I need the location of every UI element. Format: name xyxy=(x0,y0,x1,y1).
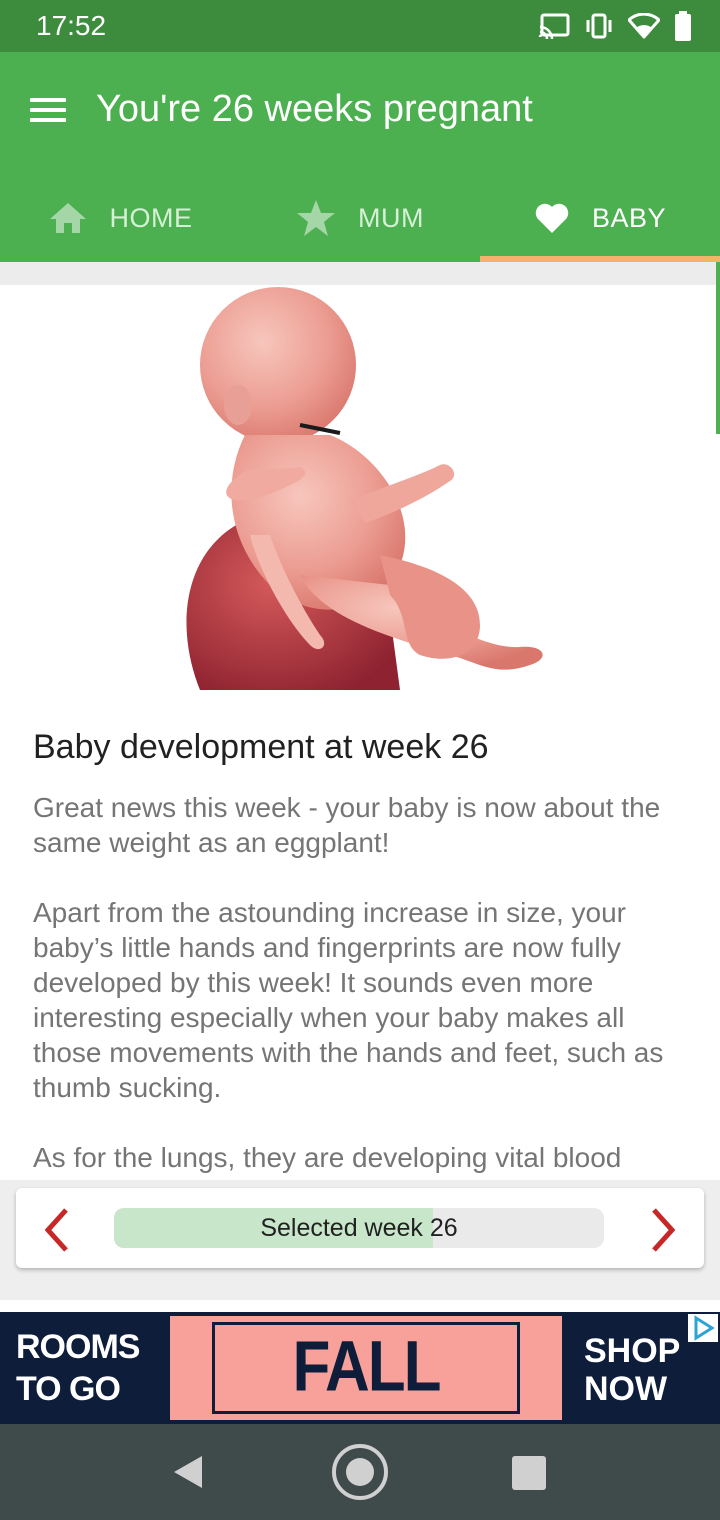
ad-headline: FALL SALE xyxy=(287,1327,446,1425)
article-paragraph: Great news this week - your baby is now … xyxy=(33,792,661,858)
ad-cta-line1: SHOP xyxy=(584,1332,681,1370)
ad-cta[interactable]: SHOP NOW xyxy=(584,1332,680,1408)
menu-button[interactable] xyxy=(28,92,68,128)
ad-logo-line1: ROOMS xyxy=(16,1328,140,1366)
tab-home-label: HOME xyxy=(109,202,193,233)
article-paragraph: As for the lungs, they are developing vi… xyxy=(33,1142,622,1173)
vibrate-icon xyxy=(586,13,612,39)
tab-home[interactable]: HOME xyxy=(0,174,240,262)
article-paragraph: Apart from the astounding increase in si… xyxy=(33,897,664,1103)
week-progress-bar[interactable]: Selected week 26 xyxy=(114,1208,604,1248)
ad-sale-frame: FALL SALE xyxy=(212,1322,520,1424)
selected-week-label: Selected week 26 xyxy=(260,1214,458,1242)
system-nav-bar xyxy=(0,1424,720,1520)
article: Baby development at week 26 Great news t… xyxy=(0,690,720,1180)
cast-icon xyxy=(538,13,570,39)
week-selector: Selected week 26 xyxy=(16,1188,704,1268)
scrollbar[interactable] xyxy=(716,262,720,434)
tab-mum[interactable]: MUM xyxy=(240,174,480,262)
article-body: Great news this week - your baby is now … xyxy=(33,790,693,1180)
week-selector-panel: Selected week 26 xyxy=(0,1180,720,1300)
tab-bar: HOME MUM BABY xyxy=(0,174,720,262)
status-bar: 17:52 xyxy=(0,0,720,52)
home-circle-icon[interactable] xyxy=(330,1442,390,1502)
tab-mum-label: MUM xyxy=(358,202,424,233)
ad-logo-line2: TO GO xyxy=(16,1370,121,1408)
wifi-icon xyxy=(628,13,660,39)
back-icon[interactable] xyxy=(170,1454,206,1490)
star-icon xyxy=(297,200,335,236)
tab-baby-label: BABY xyxy=(591,202,667,233)
chevron-right-icon[interactable] xyxy=(644,1206,684,1254)
recents-icon[interactable] xyxy=(512,1456,546,1490)
page-title: You're 26 weeks pregnant xyxy=(96,88,533,130)
status-time: 17:52 xyxy=(36,10,107,41)
ad-cta-line2: NOW xyxy=(584,1370,668,1408)
status-icons xyxy=(538,10,692,42)
ad-banner[interactable]: ROOMS TO GO FALL SALE SHOP NOW xyxy=(0,1312,720,1424)
ad-choices-icon[interactable] xyxy=(688,1314,718,1342)
home-icon xyxy=(49,203,86,233)
chevron-left-icon[interactable] xyxy=(36,1206,76,1254)
ad-sale-panel: FALL SALE xyxy=(170,1316,562,1424)
content-divider xyxy=(0,262,720,285)
ad-logo: ROOMS TO GO xyxy=(0,1312,170,1424)
app-bar: You're 26 weeks pregnant HOME MUM BABY xyxy=(0,52,720,262)
article-title: Baby development at week 26 xyxy=(33,728,489,766)
battery-icon xyxy=(675,11,691,41)
fetus-illustration xyxy=(186,287,543,690)
hamburger-menu-icon xyxy=(30,98,66,102)
tab-baby[interactable]: BABY xyxy=(480,174,720,262)
heart-icon xyxy=(535,203,569,233)
